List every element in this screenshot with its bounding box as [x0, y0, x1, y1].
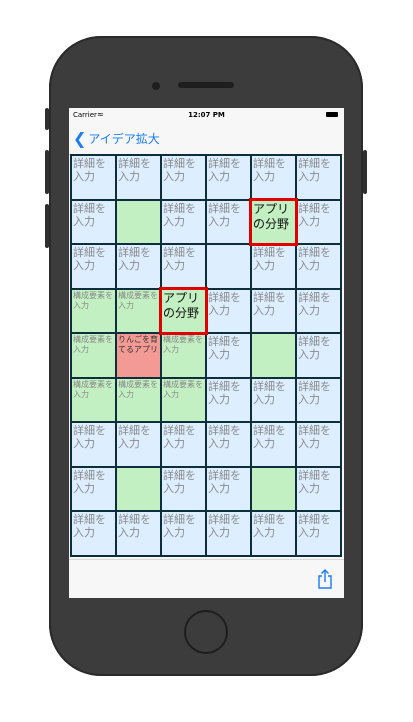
grid-cell[interactable]: 詳細を入力 [297, 245, 340, 288]
grid-cell[interactable]: 構成要素を入力 [117, 378, 160, 422]
chevron-left-icon: ❮ [73, 128, 87, 148]
mandala-grid: 詳細を入力 詳細を入力 詳細を入力 詳細を入力 詳細を入力 詳細を入力 詳細を入力 詳細を入力… [70, 154, 342, 557]
grid-cell[interactable]: 詳細を入力 [297, 156, 340, 199]
grid-cell[interactable] [117, 200, 160, 244]
back-button-label: アイデア拡大 [88, 132, 160, 146]
grid-cell[interactable]: 詳細を入力 [252, 378, 295, 422]
grid-cell[interactable]: 詳細を入力 [297, 512, 340, 555]
mute-switch [45, 108, 49, 130]
grid-cell[interactable]: 詳細を入力 [162, 156, 205, 199]
grid-cell[interactable]: 詳細を入力 [72, 467, 115, 511]
grid-cell[interactable]: 詳細を入力 [297, 334, 340, 377]
grid-cell[interactable]: 構成要素を入力 [162, 378, 205, 422]
screen: Carrier ≈ 12:07 PM ❮ アイデア拡大 詳細を入力 詳細を入力 詳細… [69, 108, 344, 598]
grid-cell[interactable]: 詳細を入力 [207, 200, 250, 244]
home-button[interactable] [184, 610, 228, 654]
grid-cell[interactable] [252, 334, 295, 377]
status-time: 12:07 PM [188, 111, 225, 119]
grid-cell[interactable]: 詳細を入力 [252, 512, 295, 555]
grid-cell[interactable]: 構成要素を入力 [162, 334, 205, 377]
grid-cell[interactable]: 詳細を入力 [117, 512, 160, 555]
grid-cell[interactable]: りんごを育てるアプリ [117, 334, 160, 377]
grid-cell[interactable]: 構成要素を入力 [72, 378, 115, 422]
grid-cell[interactable]: 詳細を入力 [252, 423, 295, 466]
grid-cell[interactable]: 詳細を入力 [72, 200, 115, 244]
grid-cell-selected[interactable]: アプリの分野 [249, 197, 298, 247]
grid-cell[interactable]: 詳細を入力 [162, 467, 205, 511]
grid-cell[interactable]: 詳細を入力 [297, 378, 340, 422]
grid-cell[interactable]: 構成要素を入力 [72, 334, 115, 377]
front-camera [152, 82, 160, 90]
grid-cell[interactable]: 詳細を入力 [162, 512, 205, 555]
grid-cell[interactable] [207, 245, 250, 288]
grid-cell[interactable]: 詳細を入力 [207, 423, 250, 466]
grid-cell[interactable] [252, 467, 295, 511]
grid-cell[interactable]: 構成要素を入力 [117, 289, 160, 333]
battery-icon [326, 112, 338, 117]
bottom-toolbar [69, 559, 344, 598]
grid-cell[interactable]: 詳細を入力 [117, 423, 160, 466]
grid-cell[interactable]: 詳細を入力 [297, 467, 340, 511]
grid-cell[interactable]: 詳細を入力 [72, 512, 115, 555]
volume-up-button [45, 150, 49, 194]
power-button [363, 150, 367, 194]
grid-cell[interactable]: 詳細を入力 [72, 156, 115, 199]
share-icon[interactable] [316, 569, 334, 589]
grid-cell[interactable]: 詳細を入力 [162, 200, 205, 244]
volume-down-button [45, 204, 49, 248]
grid-cell[interactable]: 詳細を入力 [117, 156, 160, 199]
grid-cell[interactable]: 詳細を入力 [297, 200, 340, 244]
grid-cell[interactable]: 詳細を入力 [207, 334, 250, 377]
earpiece-speaker [178, 82, 234, 88]
grid-cell[interactable]: 詳細を入力 [207, 512, 250, 555]
grid-cell-selected[interactable]: アプリの分野 [159, 286, 208, 336]
grid-cell[interactable]: 詳細を入力 [297, 289, 340, 333]
grid-cell[interactable]: 詳細を入力 [162, 245, 205, 288]
grid-cell[interactable]: 詳細を入力 [162, 423, 205, 466]
grid-cell[interactable]: 詳細を入力 [252, 289, 295, 333]
grid-cell[interactable]: 詳細を入力 [72, 423, 115, 466]
grid-cell[interactable]: 詳細を入力 [72, 245, 115, 288]
navigation-bar: ❮ アイデア拡大 [69, 124, 344, 155]
grid-cell[interactable]: 詳細を入力 [297, 423, 340, 466]
grid-cell[interactable]: 詳細を入力 [207, 378, 250, 422]
grid-cell[interactable]: 詳細を入力 [207, 289, 250, 333]
grid-cell[interactable]: 構成要素を入力 [72, 289, 115, 333]
grid-cell[interactable]: 詳細を入力 [252, 156, 295, 199]
back-button[interactable]: ❮ アイデア拡大 [73, 130, 160, 147]
status-bar: Carrier ≈ 12:07 PM [69, 108, 344, 124]
grid-cell[interactable]: 詳細を入力 [207, 467, 250, 511]
grid-cell[interactable]: 詳細を入力 [207, 156, 250, 199]
grid-cell[interactable] [117, 467, 160, 511]
grid-cell[interactable]: 詳細を入力 [252, 245, 295, 288]
grid-cell[interactable]: 詳細を入力 [117, 245, 160, 288]
